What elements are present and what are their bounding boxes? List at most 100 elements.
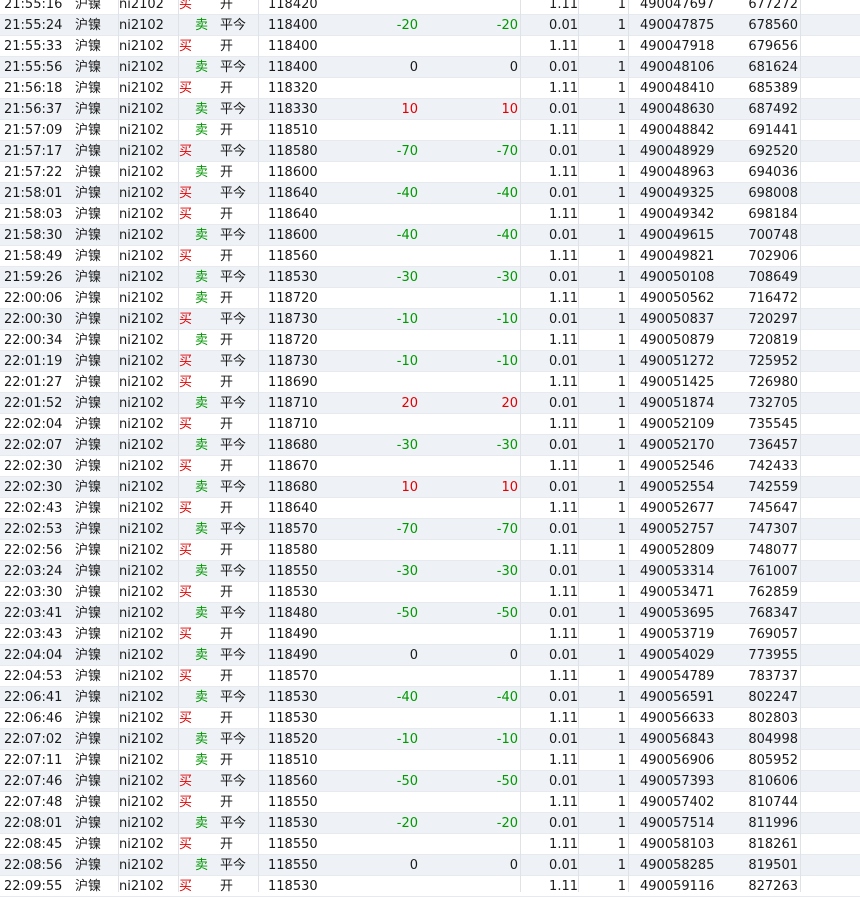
direction-cell: 买 <box>179 39 193 54</box>
open-close-cell: 平今 <box>220 270 247 285</box>
table-row[interactable]: 22:03:24 沪镍 ni2102 卖平今 118550 -30 -30 0.01 1 4900… <box>0 561 860 582</box>
table-row[interactable]: 21:57:22 沪镍 ni2102 卖开 118600 1.11 1 490048963 69… <box>0 162 860 183</box>
column-divider <box>578 0 579 892</box>
quantity-cell: 1 <box>617 501 626 516</box>
table-row[interactable]: 22:08:45 沪镍 ni2102 买 开 118550 1.11 1 490058103 81… <box>0 834 860 855</box>
table-row[interactable]: 22:07:46 沪镍 ni2102 买 平今 118560 -50 -50 0.01 1 4900… <box>0 771 860 792</box>
trade-time-cell: 21:55:33 <box>4 39 63 54</box>
trade-time-cell: 22:01:52 <box>4 396 63 411</box>
table-row[interactable]: 22:02:30 沪镍 ni2102 买 开 118670 1.11 1 490052546 74… <box>0 456 860 477</box>
trade-number-cell: 702906 <box>748 249 798 264</box>
contract-code-cell: ni2102 <box>119 333 164 348</box>
table-row[interactable]: 21:55:24 沪镍 ni2102 卖平今 118400 -20 -20 0.01 1 4900… <box>0 15 860 36</box>
table-row[interactable]: 22:07:02 沪镍 ni2102 卖平今 118520 -10 -10 0.01 1 4900… <box>0 729 860 750</box>
open-close-cell: 开 <box>220 123 234 138</box>
contract-name-cell: 沪镍 <box>75 711 102 726</box>
table-row[interactable]: 22:01:52 沪镍 ni2102 卖平今 118710 20 20 0.01 1 490051… <box>0 393 860 414</box>
table-row[interactable]: 21:58:49 沪镍 ni2102 买 开 118560 1.11 1 490049821 70… <box>0 246 860 267</box>
trade-number-cell: 769057 <box>748 627 798 642</box>
table-row[interactable]: 21:55:33 沪镍 ni2102 买 开 118400 1.11 1 490047918 67… <box>0 36 860 57</box>
table-row[interactable]: 22:03:41 沪镍 ni2102 卖平今 118480 -50 -50 0.01 1 4900… <box>0 603 860 624</box>
table-row[interactable]: 21:56:18 沪镍 ni2102 买 开 118320 1.11 1 490048410 68… <box>0 78 860 99</box>
column-divider <box>118 0 119 892</box>
table-row[interactable]: 22:07:48 沪镍 ni2102 买 开 118550 1.11 1 490057402 81… <box>0 792 860 813</box>
profit-loss-cell: -50 <box>396 606 418 621</box>
table-row[interactable]: 22:06:46 沪镍 ni2102 买 开 118530 1.11 1 490056633 80… <box>0 708 860 729</box>
trade-number-cell: 716472 <box>748 291 798 306</box>
open-close-cell: 开 <box>220 81 234 96</box>
table-row[interactable]: 21:58:30 沪镍 ni2102 卖平今 118600 -40 -40 0.01 1 4900… <box>0 225 860 246</box>
column-divider <box>258 0 259 892</box>
close-profit-cell: -30 <box>496 564 518 579</box>
table-row[interactable]: 22:02:43 沪镍 ni2102 买 开 118640 1.11 1 490052677 74… <box>0 498 860 519</box>
table-row[interactable]: 22:04:04 沪镍 ni2102 卖平今 118490 0 0 0.01 1 49005402… <box>0 645 860 666</box>
direction-cell: 卖 <box>195 438 209 453</box>
table-row[interactable]: 22:01:27 沪镍 ni2102 买 开 118690 1.11 1 490051425 72… <box>0 372 860 393</box>
quantity-cell: 1 <box>617 270 626 285</box>
contract-code-cell: ni2102 <box>119 417 164 432</box>
table-row[interactable]: 21:56:37 沪镍 ni2102 卖平今 118330 10 10 0.01 1 490048… <box>0 99 860 120</box>
table-row[interactable]: 22:08:56 沪镍 ni2102 卖平今 118550 0 0 0.01 1 49005828… <box>0 855 860 876</box>
contract-code-cell: ni2102 <box>119 375 164 390</box>
direction-cell: 买 <box>179 81 193 96</box>
direction-cell: 卖 <box>195 270 209 285</box>
contract-name-cell: 沪镍 <box>75 627 102 642</box>
direction-cell: 买 <box>179 417 193 432</box>
fee-cell: 1.11 <box>549 291 578 306</box>
table-row[interactable]: 22:08:01 沪镍 ni2102 卖平今 118530 -20 -20 0.01 1 4900… <box>0 813 860 834</box>
quantity-cell: 1 <box>617 795 626 810</box>
contract-name-cell: 沪镍 <box>75 333 102 348</box>
contract-code-cell: ni2102 <box>119 228 164 243</box>
order-number-cell: 490052546 <box>640 459 715 474</box>
profit-loss-cell <box>340 372 418 393</box>
profit-loss-cell <box>340 792 418 813</box>
table-row[interactable]: 22:09:55 沪镍 ni2102 买 开 118530 1.11 1 490059116 82… <box>0 876 860 897</box>
quantity-cell: 1 <box>617 816 626 831</box>
trade-number-cell: 678560 <box>748 18 798 33</box>
table-row[interactable]: 21:57:17 沪镍 ni2102 买 平今 118580 -70 -70 0.01 1 4900… <box>0 141 860 162</box>
table-row[interactable]: 21:55:56 沪镍 ni2102 卖平今 118400 0 0 0.01 1 49004810… <box>0 57 860 78</box>
order-number-cell: 490048630 <box>640 102 715 117</box>
table-row[interactable]: 22:02:07 沪镍 ni2102 卖平今 118680 -30 -30 0.01 1 4900… <box>0 435 860 456</box>
table-row[interactable]: 22:00:34 沪镍 ni2102 卖开 118720 1.11 1 490050879 72… <box>0 330 860 351</box>
close-profit-cell <box>440 162 518 183</box>
table-row[interactable]: 22:00:06 沪镍 ni2102 卖开 118720 1.11 1 490050562 71… <box>0 288 860 309</box>
trade-time-cell: 22:07:11 <box>4 753 63 768</box>
fee-cell: 1.11 <box>549 711 578 726</box>
quantity-cell: 1 <box>617 354 626 369</box>
table-row[interactable]: 21:55:16 沪镍 ni2102 买 开 118420 1.11 1 490047697 67… <box>0 0 860 15</box>
close-profit-cell: -50 <box>496 606 518 621</box>
open-close-cell: 平今 <box>220 816 247 831</box>
table-row[interactable]: 22:06:41 沪镍 ni2102 卖平今 118530 -40 -40 0.01 1 4900… <box>0 687 860 708</box>
table-row[interactable]: 22:02:30 沪镍 ni2102 卖平今 118680 10 10 0.01 1 490052… <box>0 477 860 498</box>
table-row[interactable]: 22:03:43 沪镍 ni2102 买 开 118490 1.11 1 490053719 76… <box>0 624 860 645</box>
table-row[interactable]: 22:07:11 沪镍 ni2102 卖开 118510 1.11 1 490056906 80… <box>0 750 860 771</box>
table-row[interactable]: 22:02:56 沪镍 ni2102 买 开 118580 1.11 1 490052809 74… <box>0 540 860 561</box>
table-row[interactable]: 22:04:53 沪镍 ni2102 买 开 118570 1.11 1 490054789 78… <box>0 666 860 687</box>
table-row[interactable]: 21:57:09 沪镍 ni2102 卖开 118510 1.11 1 490048842 69… <box>0 120 860 141</box>
price-cell: 118400 <box>268 18 318 33</box>
open-close-cell: 平今 <box>220 648 247 663</box>
contract-code-cell: ni2102 <box>119 564 164 579</box>
table-row[interactable]: 21:58:01 沪镍 ni2102 买 平今 118640 -40 -40 0.01 1 4900… <box>0 183 860 204</box>
table-row[interactable]: 22:00:30 沪镍 ni2102 买 平今 118730 -10 -10 0.01 1 4900… <box>0 309 860 330</box>
trade-time-cell: 22:06:41 <box>4 690 63 705</box>
direction-cell: 买 <box>179 354 193 369</box>
trade-number-cell: 762859 <box>748 585 798 600</box>
open-close-cell: 平今 <box>220 312 247 327</box>
table-row[interactable]: 22:01:19 沪镍 ni2102 买 平今 118730 -10 -10 0.01 1 4900… <box>0 351 860 372</box>
table-row[interactable]: 21:58:03 沪镍 ni2102 买 开 118640 1.11 1 490049342 69… <box>0 204 860 225</box>
price-cell: 118530 <box>268 879 318 894</box>
fee-cell: 1.11 <box>549 249 578 264</box>
direction-cell: 买 <box>179 669 193 684</box>
contract-code-cell: ni2102 <box>119 648 164 663</box>
table-row[interactable]: 22:03:30 沪镍 ni2102 买 开 118530 1.11 1 490053471 76… <box>0 582 860 603</box>
trade-number-cell: 773955 <box>748 648 798 663</box>
table-row[interactable]: 21:59:26 沪镍 ni2102 卖平今 118530 -30 -30 0.01 1 4900… <box>0 267 860 288</box>
trade-number-cell: 726980 <box>748 375 798 390</box>
order-number-cell: 490049615 <box>640 228 715 243</box>
trade-time-cell: 21:55:24 <box>4 18 63 33</box>
table-row[interactable]: 22:02:04 沪镍 ni2102 买 开 118710 1.11 1 490052109 73… <box>0 414 860 435</box>
table-row[interactable]: 22:02:53 沪镍 ni2102 卖平今 118570 -70 -70 0.01 1 4900… <box>0 519 860 540</box>
price-cell: 118550 <box>268 795 318 810</box>
